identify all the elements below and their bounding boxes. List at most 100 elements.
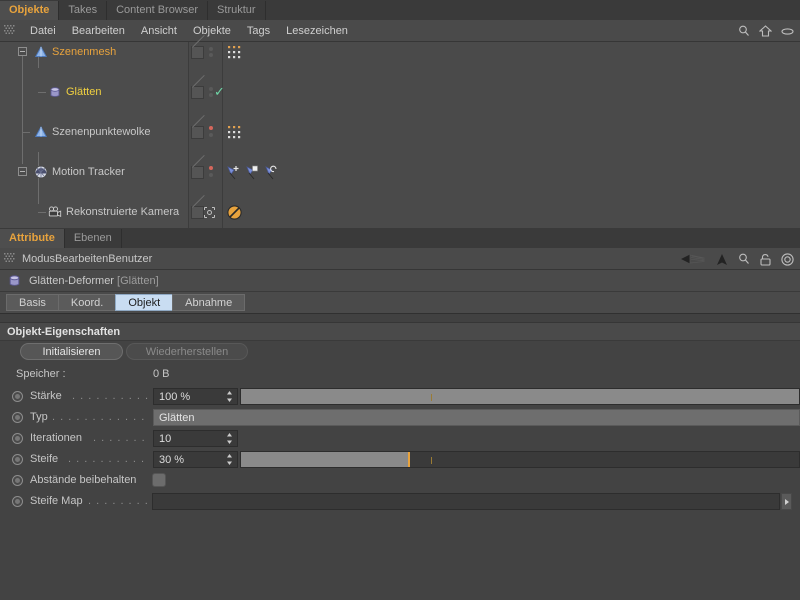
tab-abnahme[interactable]: Abnahme: [172, 294, 246, 311]
visibility-slash-icon[interactable]: [191, 86, 204, 99]
steife-spinner[interactable]: [225, 452, 234, 467]
attribute-manager-tabstrip: Attribute Ebenen: [0, 228, 800, 248]
menu-tags[interactable]: Tags: [239, 20, 278, 42]
tab-takes[interactable]: Takes: [59, 1, 108, 20]
tab-attribute[interactable]: Attribute: [0, 229, 65, 248]
steife-map-expand-button[interactable]: [781, 493, 792, 510]
tracker-tag-icons[interactable]: [226, 164, 284, 181]
visibility-dots[interactable]: [206, 162, 216, 182]
abstaende-checkbox[interactable]: [152, 473, 166, 487]
tag-dotgrid-icon[interactable]: [228, 46, 243, 59]
property-body: Objekt-Eigenschaften Initialisieren Wied…: [0, 322, 800, 600]
staerke-slider[interactable]: [240, 388, 800, 405]
search-icon[interactable]: [738, 25, 750, 37]
property-row-staerke: Stärke . . . . . . . . . . . . . 100 %: [0, 386, 800, 407]
menu-objekte[interactable]: Objekte: [185, 20, 239, 42]
smooth-deformer-icon: [9, 275, 20, 286]
abstaende-anim-dot[interactable]: [12, 475, 23, 486]
typ-dropdown[interactable]: Glätten: [153, 409, 800, 426]
typ-anim-dot[interactable]: [12, 412, 23, 423]
abstaende-label: Abstände beibehalten: [30, 474, 137, 486]
steife-anim-dot[interactable]: [12, 454, 23, 465]
home-icon[interactable]: [759, 25, 772, 37]
object-tree[interactable]: Szenenmesh Glätten ✓ Szenenpunktewolke M…: [0, 42, 800, 259]
property-row-iterationen: Iterationen . . . . . . . . . . 10: [0, 428, 800, 449]
table-row[interactable]: Szenenmesh: [0, 42, 800, 62]
visibility-slash-icon[interactable]: [191, 126, 204, 139]
tree-connector: [22, 52, 23, 164]
tag-dotgrid-icon[interactable]: [228, 126, 243, 139]
menu-modus[interactable]: Modus: [22, 253, 55, 265]
eye-icon[interactable]: [781, 27, 794, 36]
grip-handle-icon[interactable]: [4, 25, 15, 36]
property-row-typ: Typ . . . . . . . . . . . . . . . . Glät…: [0, 407, 800, 428]
property-row-abstaende: Abstände beibehalten: [0, 470, 800, 491]
back-arrow-icon[interactable]: [680, 253, 706, 265]
target-icon[interactable]: [781, 252, 794, 266]
steife-slider[interactable]: [240, 451, 800, 468]
tree-item-label: Glätten: [66, 86, 102, 98]
up-arrow-icon[interactable]: [716, 253, 728, 266]
object-manager-toolbar-icons: [738, 20, 794, 42]
attribute-object-title: Glätten-Deformer [Glätten]: [29, 275, 159, 287]
memory-value: 0 B: [153, 368, 170, 380]
expander-toggle[interactable]: [18, 167, 27, 176]
memory-row: Speicher : 0 B: [0, 364, 800, 385]
table-row[interactable]: Motion Tracker: [0, 162, 800, 182]
table-row[interactable]: Rekonstruierte Kamera: [0, 202, 800, 222]
tree-connector: [38, 212, 46, 213]
steife-map-field[interactable]: [152, 493, 780, 510]
polygon-mesh-icon: [34, 45, 48, 57]
attribute-manager-panel: Attribute Ebenen Modus Bearbeiten Benutz…: [0, 228, 800, 600]
initialisieren-button[interactable]: Initialisieren: [20, 343, 123, 360]
expander-toggle[interactable]: [18, 47, 27, 56]
tab-basis[interactable]: Basis: [6, 294, 58, 311]
search-icon[interactable]: [738, 253, 750, 265]
menu-bearbeiten-attr[interactable]: Bearbeiten: [55, 253, 108, 265]
visibility-dots[interactable]: [206, 122, 216, 142]
attribute-toolbar-icons: [680, 248, 794, 270]
visibility-slash-icon[interactable]: [191, 46, 204, 59]
tree-item-label: Szenenpunktewolke: [52, 126, 151, 138]
tab-koord[interactable]: Koord.: [57, 294, 116, 311]
tree-connector: [22, 132, 30, 133]
object-instance-label: [Glätten]: [117, 274, 159, 287]
steife-map-anim-dot[interactable]: [12, 496, 23, 507]
steife-dots: . . . . . . . . . . . . . .: [68, 453, 150, 465]
visibility-dots[interactable]: [206, 42, 216, 62]
tab-ebenen[interactable]: Ebenen: [64, 229, 122, 248]
visibility-slash-icon[interactable]: [191, 206, 204, 219]
enabled-check-icon[interactable]: ✓: [214, 82, 225, 102]
staerke-anim-dot[interactable]: [12, 391, 23, 402]
tab-content-browser[interactable]: Content Browser: [107, 1, 209, 20]
staerke-spinner[interactable]: [225, 389, 234, 404]
tab-objekt[interactable]: Objekt: [115, 294, 173, 311]
steife-map-dots: . . . . . . . . . .: [88, 495, 150, 507]
iterationen-anim-dot[interactable]: [12, 433, 23, 444]
table-row[interactable]: Szenenpunktewolke: [0, 122, 800, 142]
motion-tracker-icon: [34, 165, 48, 179]
memory-label: Speicher :: [16, 368, 66, 380]
menu-lesezeichen[interactable]: Lesezeichen: [278, 20, 356, 42]
visibility-slash-icon[interactable]: [191, 166, 204, 179]
no-entry-icon[interactable]: [227, 205, 242, 220]
steife-map-label: Steife Map: [30, 495, 83, 507]
staerke-label: Stärke: [30, 390, 62, 402]
attribute-manager-menubar: Modus Bearbeiten Benutzer: [0, 248, 800, 270]
tab-objekte[interactable]: Objekte: [0, 1, 60, 20]
crosshair-icon[interactable]: [204, 207, 215, 218]
grip-handle-icon[interactable]: [4, 253, 15, 264]
lock-icon[interactable]: [760, 253, 771, 266]
object-type-label: Glätten-Deformer: [29, 274, 114, 287]
tab-struktur[interactable]: Struktur: [208, 1, 266, 20]
wiederherstellen-button[interactable]: Wiederherstellen: [126, 343, 248, 360]
property-tabs: Basis Koord. Objekt Abnahme: [0, 292, 800, 314]
table-row[interactable]: Glätten ✓: [0, 82, 800, 102]
menu-bearbeiten[interactable]: Bearbeiten: [64, 20, 133, 42]
menu-datei[interactable]: Datei: [22, 20, 64, 42]
menu-ansicht[interactable]: Ansicht: [133, 20, 185, 42]
typ-dots: . . . . . . . . . . . . . . . .: [52, 411, 150, 423]
iterationen-spinner[interactable]: [225, 431, 234, 446]
object-manager-menubar: Datei Bearbeiten Ansicht Objekte Tags Le…: [0, 20, 800, 42]
menu-benutzer[interactable]: Benutzer: [108, 253, 152, 265]
